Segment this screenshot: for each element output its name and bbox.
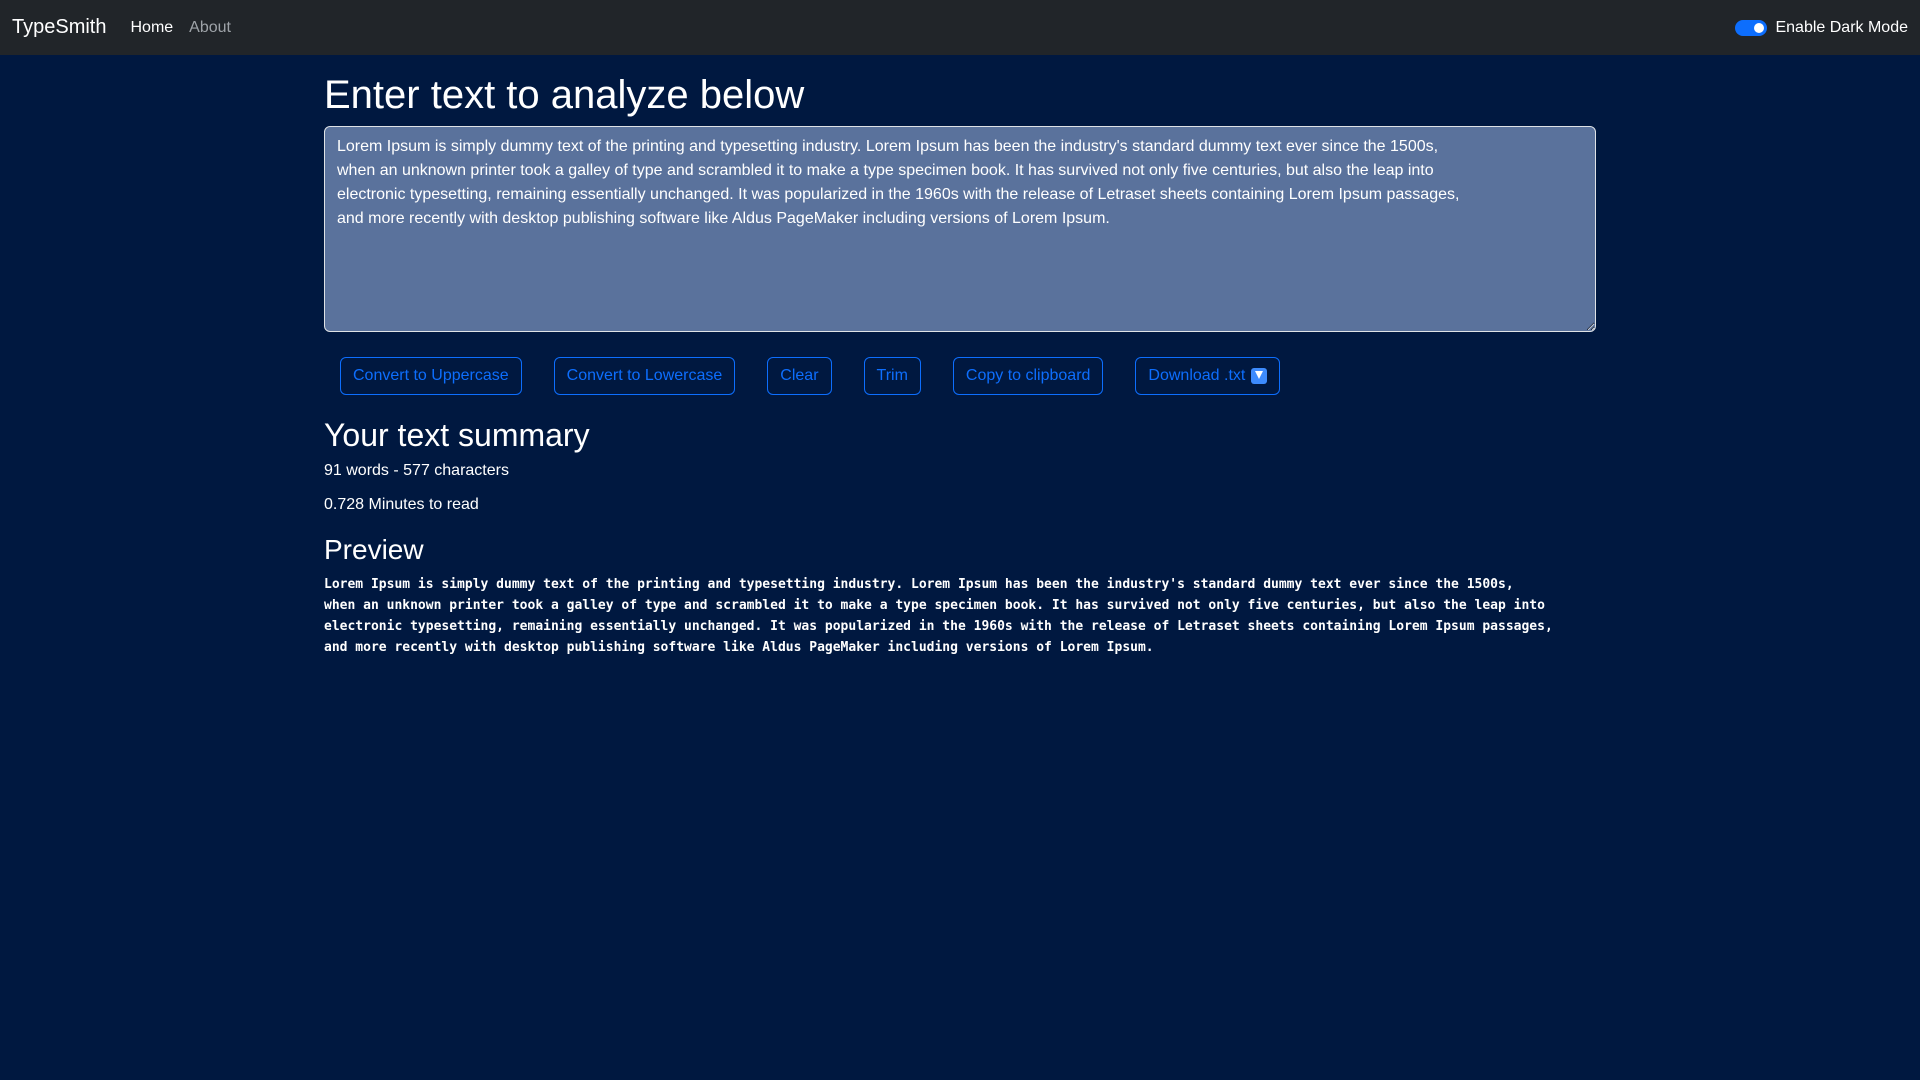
- lowercase-button[interactable]: Convert to Lowercase: [553, 357, 736, 395]
- uppercase-button[interactable]: Convert to Uppercase: [340, 357, 522, 395]
- nav-link-home[interactable]: Home: [130, 19, 173, 37]
- page-title: Enter text to analyze below: [324, 73, 805, 117]
- action-buttons: Convert to Uppercase Convert to Lowercas…: [324, 357, 1596, 395]
- nav-link-about[interactable]: About: [189, 19, 231, 37]
- read-time: 0.728 Minutes to read: [324, 496, 479, 513]
- preview-title: Preview: [324, 534, 424, 565]
- dark-mode-toggle-group: Enable Dark Mode: [1735, 19, 1908, 37]
- download-button[interactable]: Download .txt: [1135, 357, 1281, 395]
- preview-text: Lorem Ipsum is simply dummy text of the …: [324, 577, 1553, 655]
- dark-mode-switch[interactable]: [1735, 19, 1768, 36]
- dark-mode-label[interactable]: Enable Dark Mode: [1775, 19, 1908, 37]
- switch-knob: [1754, 22, 1765, 33]
- brand-link[interactable]: TypeSmith: [12, 16, 106, 39]
- copy-button[interactable]: Copy to clipboard: [952, 357, 1104, 395]
- main-container: Enter text to analyze below Convert to U…: [324, 73, 1596, 658]
- word-character-count: 91 words - 577 characters: [324, 462, 509, 479]
- clear-button[interactable]: Clear: [767, 357, 832, 395]
- download-arrow-icon: [1251, 368, 1268, 384]
- summary-title: Your text summary: [324, 417, 590, 453]
- navbar: TypeSmith Home About Enable Dark Mode: [0, 0, 1920, 55]
- text-input[interactable]: [324, 126, 1596, 332]
- trim-button[interactable]: Trim: [863, 357, 921, 395]
- download-button-label: Download .txt: [1148, 367, 1246, 384]
